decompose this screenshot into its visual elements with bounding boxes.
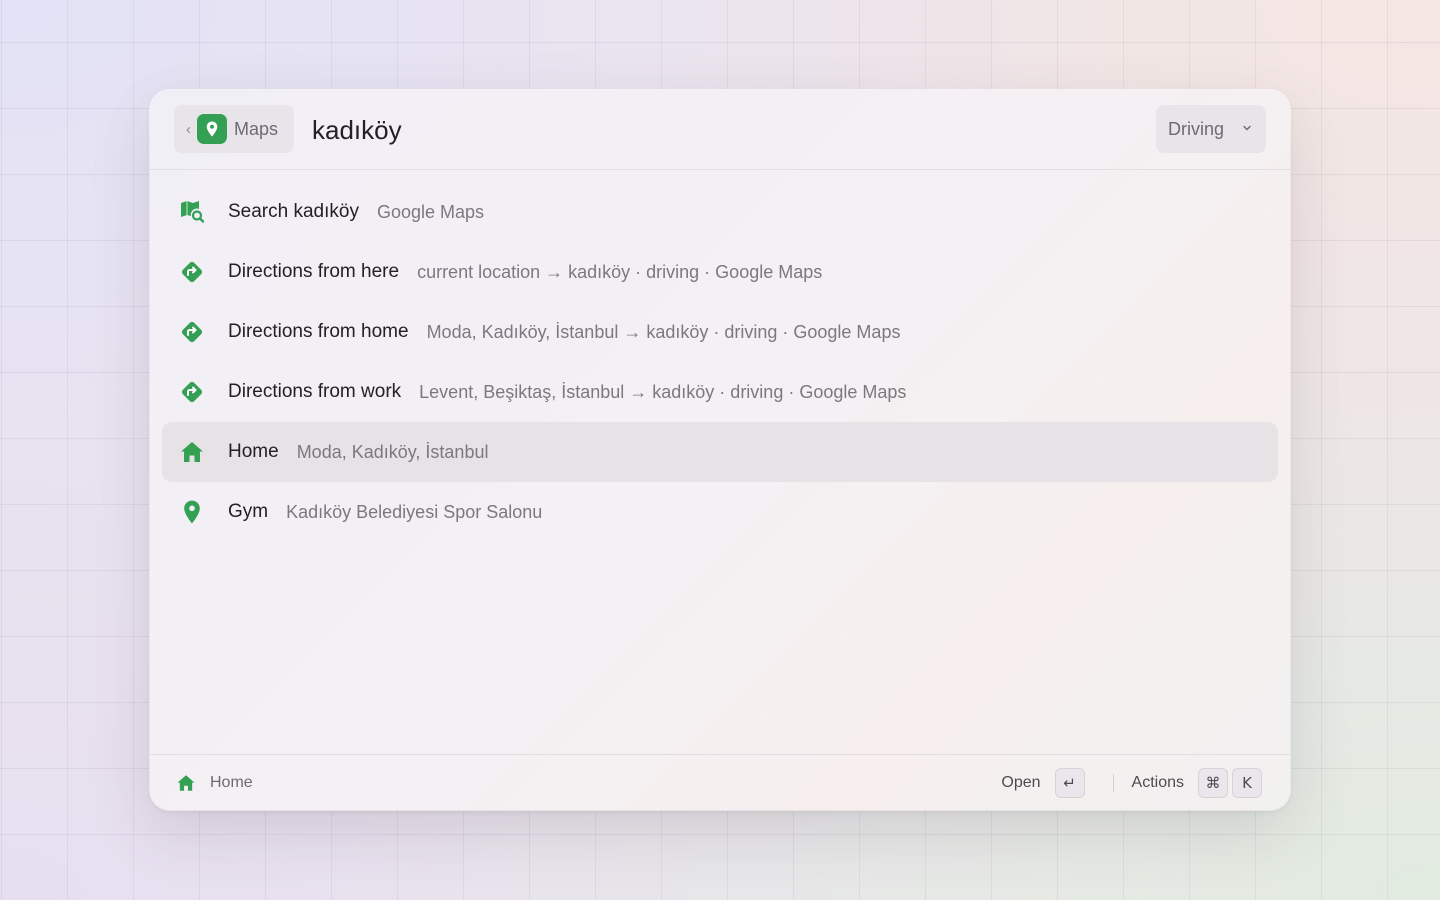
- directions-icon: [178, 378, 206, 406]
- open-action-label: Open: [1001, 774, 1041, 791]
- chevron-left-icon: ‹: [186, 120, 191, 138]
- enter-key-icon: ↵: [1054, 768, 1085, 798]
- result-home[interactable]: Home Moda, Kadıköy, İstanbul: [162, 422, 1278, 482]
- result-title: Directions from work: [228, 381, 402, 402]
- directions-icon: [178, 318, 206, 346]
- home-icon: [177, 775, 195, 791]
- result-subtitle: Moda, Kadıköy, İstanbul → kadıköy · driv…: [426, 321, 901, 342]
- result-directions-work[interactable]: Directions from work Levent, Beşiktaş, İ…: [162, 362, 1278, 422]
- result-subtitle: current location → kadıköy · driving · G…: [417, 261, 823, 282]
- chevron-down-icon: [1243, 125, 1251, 131]
- open-action-button[interactable]: Open ↵: [1001, 768, 1085, 798]
- result-title: Directions from here: [228, 261, 400, 282]
- result-title: Search kadıköy: [228, 201, 359, 222]
- map-search-icon: [178, 198, 206, 226]
- result-gym[interactable]: Gym Kadıköy Belediyesi Spor Salonu: [162, 482, 1278, 542]
- footer-bar: Home Open ↵ Actions ⌘ K: [150, 754, 1290, 810]
- result-title: Directions from home: [228, 321, 409, 342]
- result-directions-home[interactable]: Directions from home Moda, Kadıköy, İsta…: [162, 302, 1278, 362]
- result-search[interactable]: Search kadıköy Google Maps: [162, 182, 1278, 242]
- launcher-window: ‹ Maps Driving Search kadıköy G: [150, 90, 1290, 810]
- footer-divider: [1112, 774, 1114, 792]
- actions-menu-button[interactable]: Actions ⌘ K: [1132, 768, 1262, 798]
- app-name-label: Maps: [234, 118, 279, 139]
- maps-app-icon: [197, 114, 227, 144]
- footer-actions: Open ↵ Actions ⌘ K: [1001, 768, 1262, 798]
- travel-mode-label: Driving: [1168, 118, 1225, 139]
- result-title: Home: [228, 441, 279, 462]
- result-title: Gym: [228, 501, 269, 522]
- result-subtitle: Levent, Beşiktaş, İstanbul → kadıköy · d…: [419, 381, 907, 402]
- back-button[interactable]: ‹ Maps: [174, 105, 294, 153]
- result-subtitle: Google Maps: [376, 201, 485, 222]
- directions-icon: [178, 258, 206, 286]
- command-key-icon: ⌘: [1198, 768, 1228, 798]
- k-key: K: [1232, 768, 1262, 798]
- results-list: Search kadıköy Google Maps Directions fr…: [162, 182, 1278, 542]
- home-icon: [178, 438, 206, 466]
- result-subtitle: Moda, Kadıköy, İstanbul: [296, 441, 489, 462]
- actions-label: Actions: [1131, 774, 1184, 791]
- result-subtitle: Kadıköy Belediyesi Spor Salonu: [286, 501, 543, 522]
- search-input[interactable]: [312, 112, 1112, 148]
- pin-icon: [178, 498, 206, 526]
- selected-item-label: Home: [210, 774, 253, 791]
- travel-mode-dropdown[interactable]: Driving: [1156, 105, 1266, 153]
- selected-item-indicator: Home: [176, 773, 253, 793]
- header-bar: ‹ Maps Driving: [150, 90, 1290, 170]
- result-directions-here[interactable]: Directions from here current location → …: [162, 242, 1278, 302]
